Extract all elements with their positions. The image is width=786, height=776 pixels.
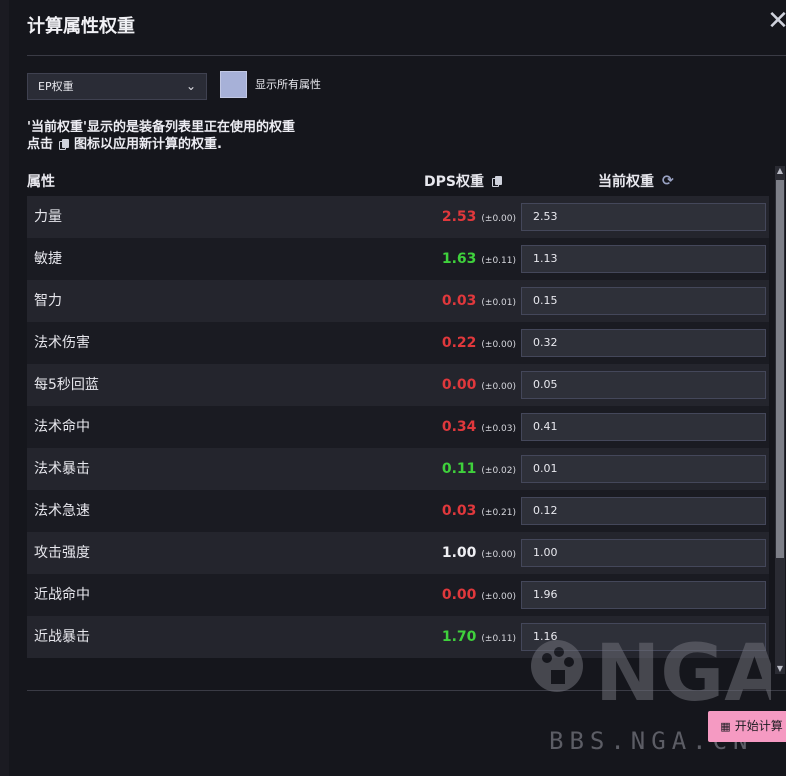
dps-weight: 0.34 (±0.03): [441, 419, 516, 435]
current-weight-input[interactable]: 0.05: [521, 371, 766, 399]
copy-icon[interactable]: [491, 175, 502, 187]
refresh-icon[interactable]: ⟳: [662, 173, 674, 189]
table-row: 攻击强度 1.00 (±0.00) 1.00: [27, 532, 769, 574]
attribute-name: 智力: [34, 293, 62, 309]
table-scrollbar[interactable]: ▲ ▼: [775, 166, 785, 674]
current-weight-input[interactable]: 0.41: [521, 413, 766, 441]
table-row: 法术伤害 0.22 (±0.00) 0.32: [27, 322, 769, 364]
attribute-name: 近战暴击: [34, 629, 90, 645]
table-row: 法术暴击 0.11 (±0.02) 0.01: [27, 448, 769, 490]
info-line-1: '当前权重'显示的是装备列表里正在使用的权重: [27, 120, 295, 135]
dialog-title: 计算属性权重: [27, 16, 135, 37]
footer-divider: [27, 690, 786, 691]
attribute-name: 攻击强度: [34, 545, 90, 561]
col-header-current: 当前权重 ⟳: [598, 173, 674, 190]
attribute-name: 法术命中: [34, 419, 90, 435]
current-weight-input[interactable]: 1.13: [521, 245, 766, 273]
dps-error: (±0.03): [481, 424, 516, 434]
current-weight-input[interactable]: 0.32: [521, 329, 766, 357]
attribute-name: 法术伤害: [34, 335, 90, 351]
scroll-down-icon[interactable]: ▼: [775, 664, 785, 674]
dps-weight: 0.00 (±0.00): [441, 587, 516, 603]
current-weight-input[interactable]: 1.96: [521, 581, 766, 609]
dps-error: (±0.00): [481, 214, 516, 224]
dps-weight: 0.03 (±0.21): [441, 503, 516, 519]
attribute-name: 法术急速: [34, 503, 90, 519]
table-row: 敏捷 1.63 (±0.11) 1.13: [27, 238, 769, 280]
attribute-name: 近战命中: [34, 587, 90, 603]
dps-weight: 0.22 (±0.00): [441, 335, 516, 351]
dps-error: (±0.11): [481, 256, 516, 266]
dps-error: (±0.21): [481, 508, 516, 518]
calculator-icon: ▦: [720, 720, 731, 733]
scroll-up-icon[interactable]: ▲: [775, 166, 785, 176]
scroll-thumb[interactable]: [776, 180, 784, 558]
dps-weight: 0.03 (±0.01): [441, 293, 516, 309]
close-icon[interactable]: ✕: [765, 8, 786, 34]
dps-weight: 1.70 (±0.11): [441, 629, 516, 645]
dps-error: (±0.00): [481, 550, 516, 560]
attribute-name: 敏捷: [34, 251, 62, 267]
start-calculation-button[interactable]: ▦ 开始计算: [708, 711, 786, 742]
table-row: 每5秒回蓝 0.00 (±0.00) 0.05: [27, 364, 769, 406]
col-header-attribute: 属性: [27, 174, 55, 190]
dps-weight: 0.00 (±0.00): [441, 377, 516, 393]
dps-error: (±0.01): [481, 298, 516, 308]
table-row: 法术急速 0.03 (±0.21) 0.12: [27, 490, 769, 532]
attribute-name: 法术暴击: [34, 461, 90, 477]
current-weight-input[interactable]: 1.16: [521, 623, 766, 651]
current-weight-input[interactable]: 0.15: [521, 287, 766, 315]
weight-type-select[interactable]: EP权重 ⌄: [27, 73, 207, 100]
dps-error: (±0.00): [481, 382, 516, 392]
table-row: 近战命中 0.00 (±0.00) 1.96: [27, 574, 769, 616]
show-all-attributes-checkbox[interactable]: [220, 71, 247, 98]
dps-weight: 2.53 (±0.00): [441, 209, 516, 225]
attribute-name: 每5秒回蓝: [34, 377, 99, 393]
dps-weight: 0.11 (±0.02): [441, 461, 516, 477]
dps-weight: 1.00 (±0.00): [441, 545, 516, 561]
col-header-dps: DPS权重: [424, 171, 503, 191]
table-row: 近战暴击 1.70 (±0.11) 1.16: [27, 616, 769, 658]
weight-type-value: EP权重: [38, 80, 74, 93]
dps-error: (±0.00): [481, 592, 516, 602]
attribute-name: 力量: [34, 209, 62, 225]
dps-error: (±0.00): [481, 340, 516, 350]
current-weight-input[interactable]: 1.00: [521, 539, 766, 567]
chevron-down-icon: ⌄: [185, 79, 196, 93]
info-line-2: 点击 图标以应用新计算的权重.: [27, 137, 222, 152]
table-row: 力量 2.53 (±0.00) 2.53: [27, 196, 769, 238]
table-row: 法术命中 0.34 (±0.03) 0.41: [27, 406, 769, 448]
copy-icon: [59, 139, 70, 150]
current-weight-input[interactable]: 0.12: [521, 497, 766, 525]
dps-weight: 1.63 (±0.11): [441, 251, 516, 267]
show-all-attributes-label: 显示所有属性: [255, 78, 321, 91]
header-divider: [27, 55, 786, 56]
table-row: 智力 0.03 (±0.01) 0.15: [27, 280, 769, 322]
current-weight-input[interactable]: 2.53: [521, 203, 766, 231]
info-text: '当前权重'显示的是装备列表里正在使用的权重 点击 图标以应用新计算的权重.: [27, 119, 295, 153]
current-weight-input[interactable]: 0.01: [521, 455, 766, 483]
dps-error: (±0.11): [481, 634, 516, 644]
dps-error: (±0.02): [481, 466, 516, 476]
calc-weights-dialog: 计算属性权重 ✕ EP权重 ⌄ 显示所有属性 '当前权重'显示的是装备列表里正在…: [9, 0, 786, 776]
weights-table: 力量 2.53 (±0.00) 2.53 敏捷 1.63 (±0.11) 1.13 智力 0.03…: [27, 196, 769, 664]
